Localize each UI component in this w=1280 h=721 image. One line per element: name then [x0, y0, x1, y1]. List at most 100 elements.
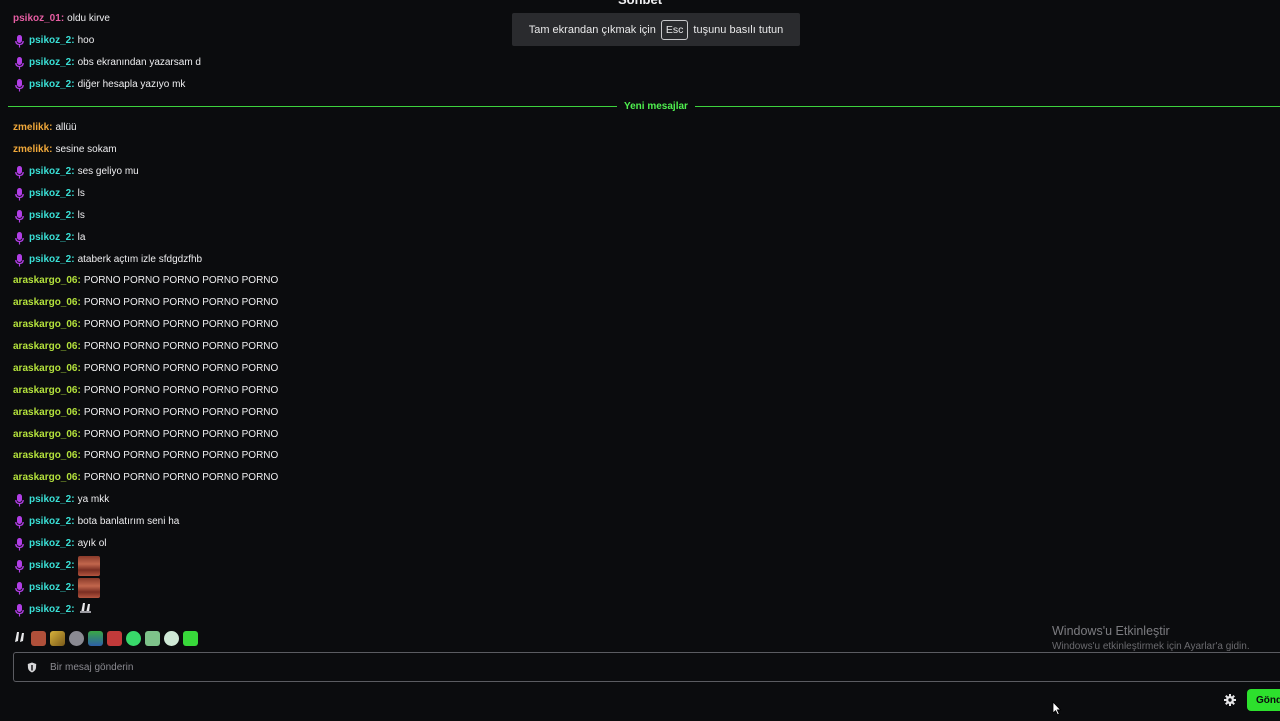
chat-username[interactable]: araskargo_06	[13, 448, 78, 464]
chat-username[interactable]: psikoz_2	[29, 55, 71, 71]
frog-emote-icon[interactable]	[88, 630, 103, 646]
chat-message: araskargo_06: PORNO PORNO PORNO PORNO POR…	[13, 448, 278, 464]
microphone-badge-icon	[13, 493, 26, 507]
chat-text: PORNO PORNO PORNO PORNO PORNO	[83, 297, 279, 308]
chat-message: araskargo_06: PORNO PORNO PORNO PORNO POR…	[13, 295, 278, 311]
face-emote-icon[interactable]	[77, 556, 100, 576]
colon-separator: :	[71, 166, 75, 177]
colon-separator: :	[71, 210, 75, 221]
microphone-badge-icon	[13, 34, 26, 48]
colon-separator: :	[71, 516, 75, 527]
message-input[interactable]	[48, 660, 1202, 674]
chat-username[interactable]: psikoz_2	[29, 33, 71, 49]
pepe-emote-icon[interactable]	[145, 630, 160, 646]
colon-separator: :	[77, 472, 81, 483]
chat-text: PORNO PORNO PORNO PORNO PORNO	[83, 450, 279, 461]
cup-emote-icon[interactable]	[183, 630, 198, 646]
chat-username[interactable]: araskargo_06	[13, 273, 78, 289]
gear-icon[interactable]	[1223, 693, 1237, 707]
chat-username[interactable]: araskargo_06	[13, 405, 78, 421]
chat-message: psikoz_2:	[13, 602, 94, 618]
chat-username[interactable]: psikoz_2	[29, 164, 71, 180]
send-button[interactable]: Gönder	[1247, 689, 1280, 711]
colon-separator: :	[77, 429, 81, 440]
chat-username[interactable]: araskargo_06	[13, 470, 78, 486]
colon-separator: :	[77, 319, 81, 330]
chat-username[interactable]: psikoz_2	[29, 208, 71, 224]
colon-separator: :	[77, 297, 81, 308]
chat-text: PORNO PORNO PORNO PORNO PORNO	[83, 429, 279, 440]
colon-separator: :	[77, 450, 81, 461]
chat-username[interactable]: psikoz_2	[29, 492, 71, 508]
face-emote-icon[interactable]	[77, 578, 100, 598]
microphone-badge-icon	[13, 559, 26, 573]
chat-username[interactable]: psikoz_2	[29, 77, 71, 93]
chat-username[interactable]: psikoz_2	[29, 602, 71, 618]
chat-message: psikoz_2: ses geliyo mu	[13, 164, 139, 180]
microphone-badge-icon	[13, 253, 26, 267]
emote-bar	[13, 628, 198, 648]
chat-text: PORNO PORNO PORNO PORNO PORNO	[83, 363, 279, 374]
sword-emote-icon[interactable]	[50, 630, 65, 646]
chat-text: ayık ol	[77, 538, 107, 549]
angry-emote-icon[interactable]	[107, 630, 122, 646]
chat-message: psikoz_01: oldu kirve	[13, 11, 110, 27]
chat-username[interactable]: araskargo_06	[13, 361, 78, 377]
chat-text: diğer hesapla yazıyo mk	[77, 79, 186, 90]
chat-text: ls	[77, 210, 85, 221]
chat-username[interactable]: araskargo_06	[13, 339, 78, 355]
esc-key-hint: Esc	[660, 19, 689, 40]
colon-separator: :	[77, 385, 81, 396]
chat-username[interactable]: psikoz_2	[29, 580, 71, 596]
chat-message: araskargo_06: PORNO PORNO PORNO PORNO POR…	[13, 405, 278, 421]
shield-icon[interactable]	[25, 660, 39, 674]
chat-message: araskargo_06: PORNO PORNO PORNO PORNO POR…	[13, 427, 278, 443]
chat-text: bota banlatırım seni ha	[77, 516, 180, 527]
chat-username[interactable]: psikoz_2	[29, 536, 71, 552]
chat-username[interactable]: araskargo_06	[13, 383, 78, 399]
chat-message: psikoz_2: bota banlatırım seni ha	[13, 514, 179, 530]
new-messages-label: Yeni mesajlar	[617, 100, 695, 114]
colon-separator: :	[71, 254, 75, 265]
chat-username[interactable]: araskargo_06	[13, 317, 78, 333]
chat-text: sesine sokam	[55, 144, 117, 155]
toast-prefix: Tam ekrandan çıkmak için	[528, 23, 656, 36]
colon-separator: :	[71, 57, 75, 68]
chat-message: psikoz_2:	[13, 556, 100, 576]
chat-username[interactable]: psikoz_2	[29, 252, 71, 268]
chat-message: psikoz_2: ls	[13, 186, 85, 202]
hands-emote-icon[interactable]	[78, 600, 94, 620]
chat-username[interactable]: psikoz_01	[13, 11, 61, 27]
microphone-badge-icon	[13, 187, 26, 201]
chat-username[interactable]: zmelikk	[13, 120, 49, 136]
chat-text: oldu kirve	[67, 13, 110, 24]
chat-bubble-emote-icon[interactable]	[126, 630, 141, 646]
chat-title: Sohbet	[0, 0, 1280, 8]
chat-username[interactable]: psikoz_2	[29, 230, 71, 246]
microphone-badge-icon	[13, 515, 26, 529]
chat-message: psikoz_2: ataberk açtım izle sfdgdzfhb	[13, 252, 202, 268]
colon-separator: :	[49, 122, 53, 133]
colon-separator: :	[77, 275, 81, 286]
chat-username[interactable]: zmelikk	[13, 142, 49, 158]
chat-text: obs ekranından yazarsam d	[77, 57, 201, 68]
chat-text: PORNO PORNO PORNO PORNO PORNO	[83, 385, 279, 396]
skull-emote-icon[interactable]	[164, 630, 179, 646]
chat-username[interactable]: psikoz_2	[29, 186, 71, 202]
chat-text: PORNO PORNO PORNO PORNO PORNO	[83, 341, 279, 352]
colon-separator: :	[71, 79, 75, 90]
chat-text: PORNO PORNO PORNO PORNO PORNO	[83, 407, 279, 418]
chat-message: psikoz_2: la	[13, 230, 85, 246]
chat-username[interactable]: araskargo_06	[13, 427, 78, 443]
chat-username[interactable]: psikoz_2	[29, 558, 71, 574]
chat-message: araskargo_06: PORNO PORNO PORNO PORNO POR…	[13, 383, 278, 399]
rock-emote-icon[interactable]	[69, 630, 84, 646]
chat-message: araskargo_06: PORNO PORNO PORNO PORNO POR…	[13, 273, 278, 289]
chat-username[interactable]: psikoz_2	[29, 514, 71, 530]
hands-emote-icon[interactable]	[13, 629, 27, 648]
message-input-box	[13, 652, 1280, 682]
chat-text: ls	[77, 188, 85, 199]
chat-username[interactable]: araskargo_06	[13, 295, 78, 311]
fullscreen-exit-toast: Tam ekrandan çıkmak için Esc tuşunu bası…	[512, 13, 800, 46]
face-emote-icon[interactable]	[31, 630, 46, 646]
